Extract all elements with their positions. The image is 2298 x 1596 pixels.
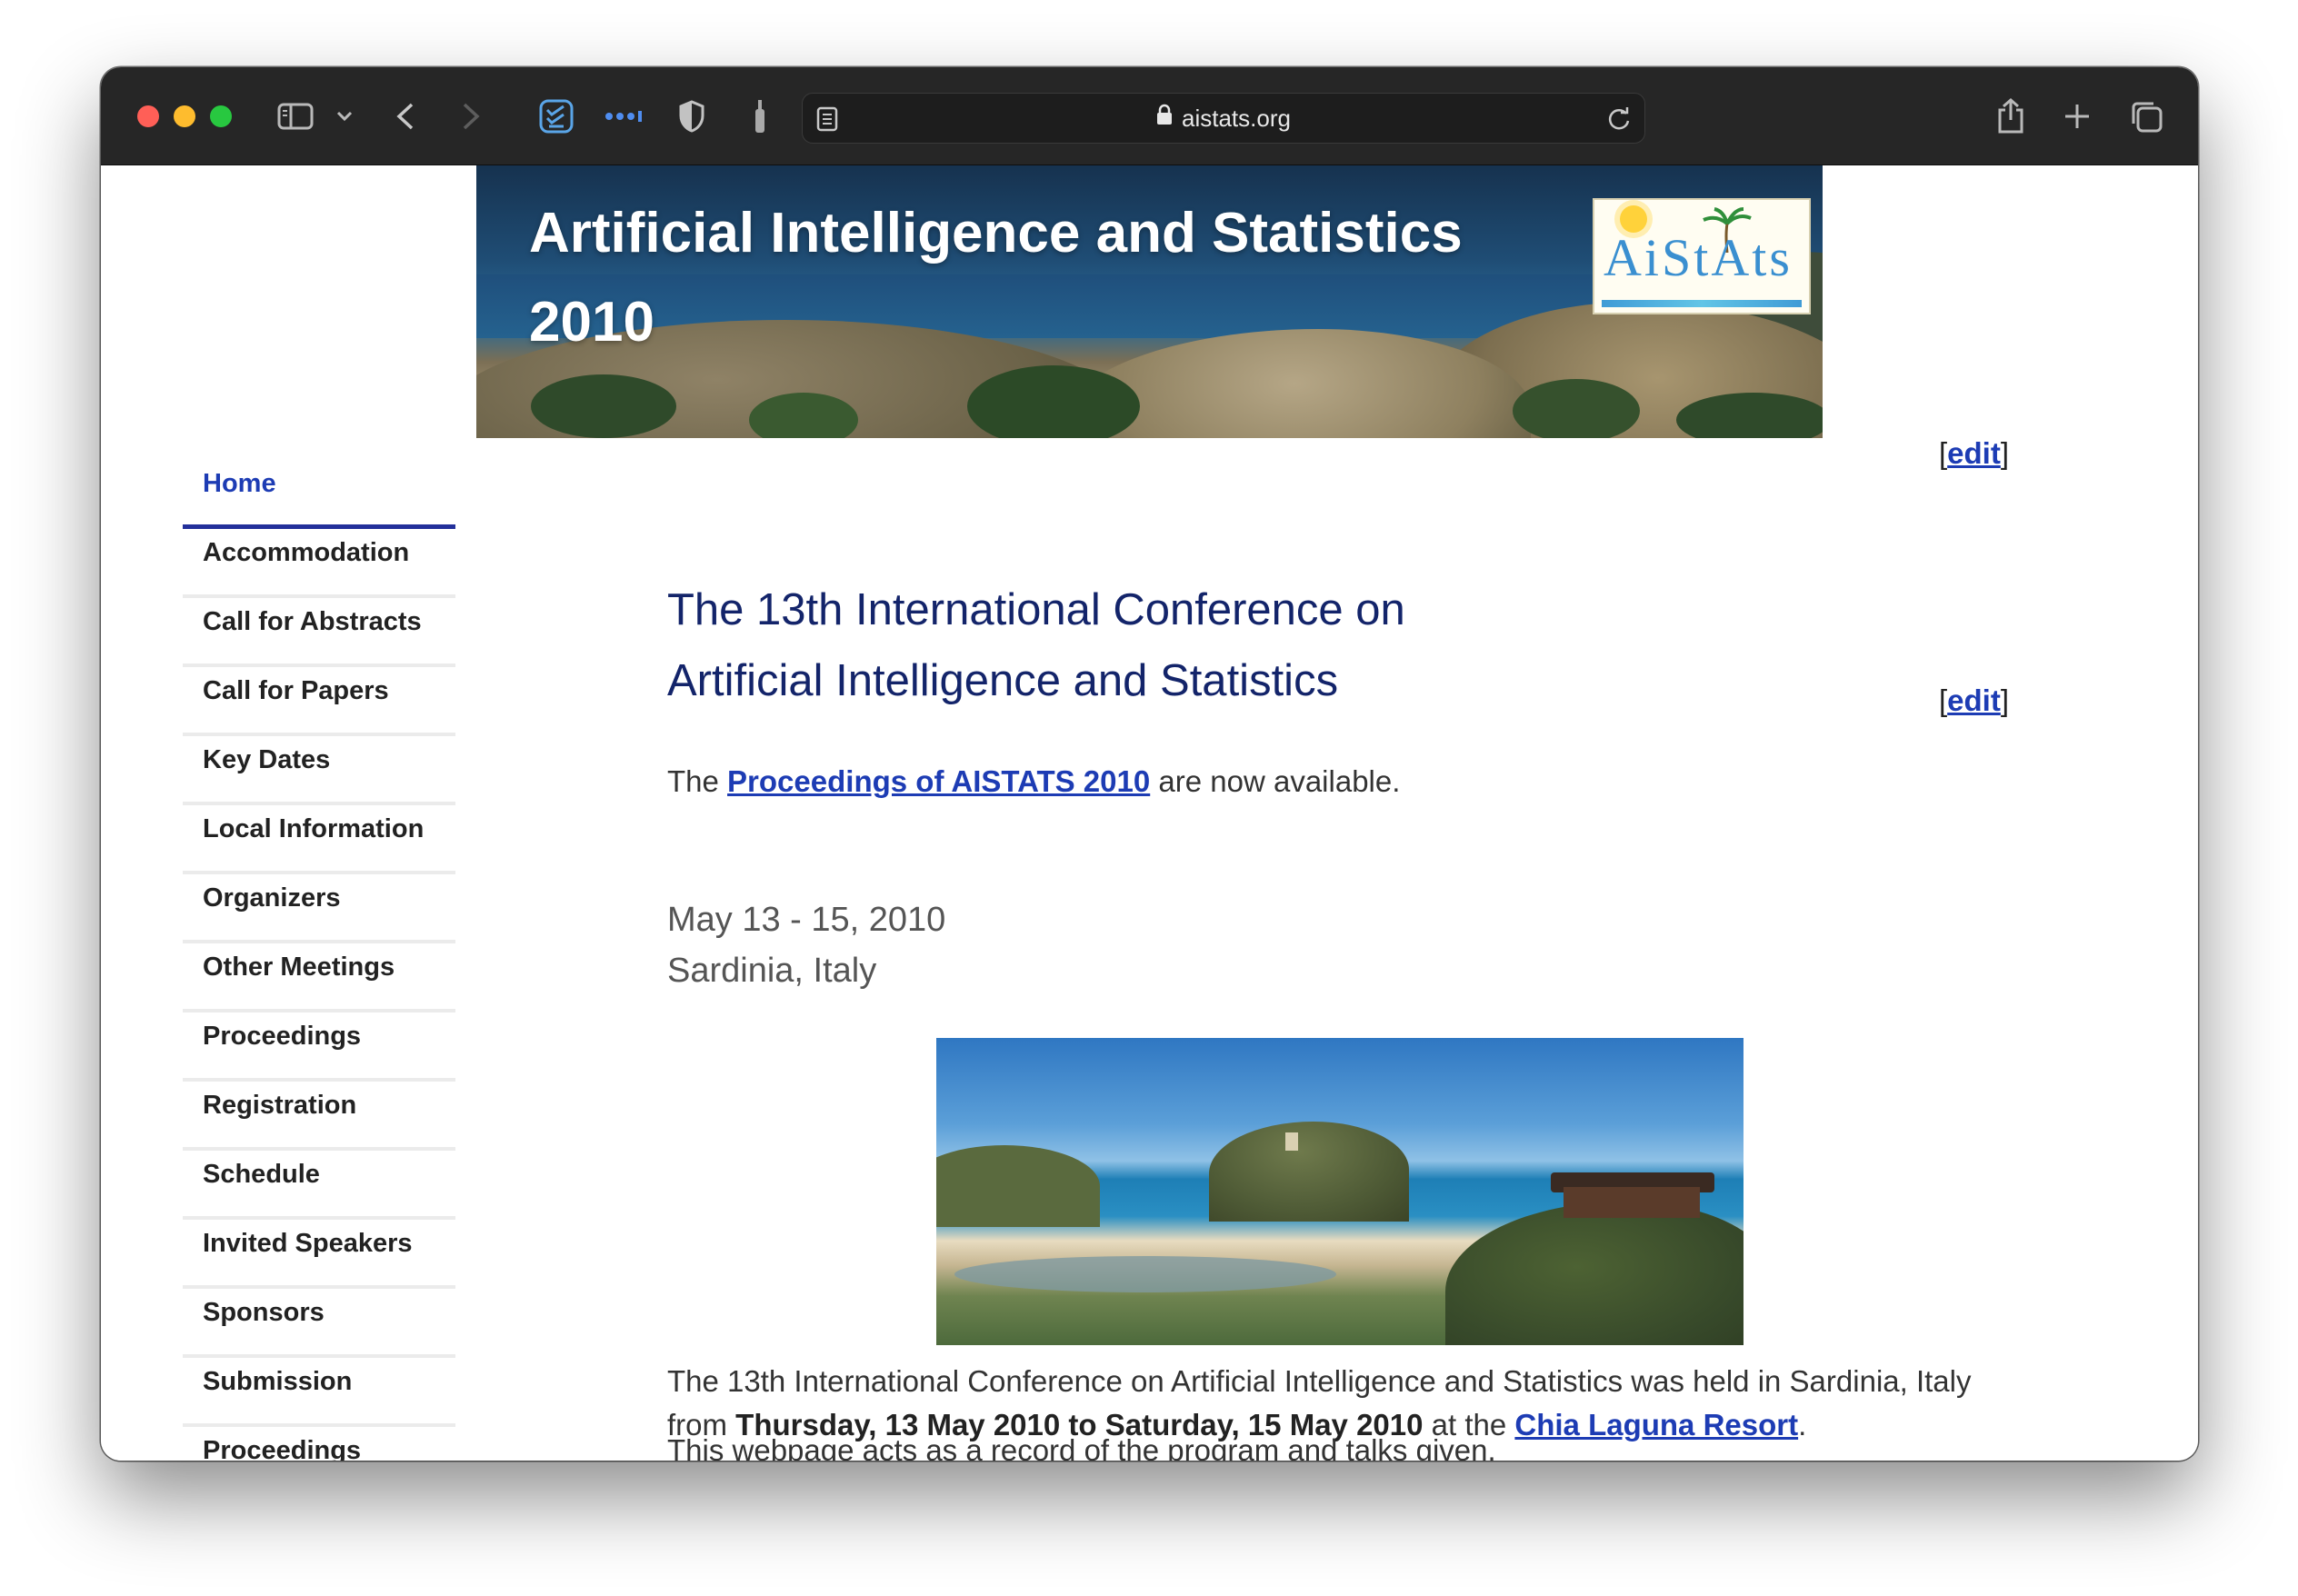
zoom-window-button[interactable] <box>210 105 232 127</box>
description-line-1: The 13th International Conference on Art… <box>667 1364 1972 1398</box>
record-note: This webpage acts as a record of the pro… <box>667 1433 1496 1461</box>
browser-toolbar: aistats.org <box>101 67 2198 165</box>
header-banner: Artificial Intelligence and Statistics 2… <box>476 165 1823 438</box>
sidebar-nav: Home Accommodation Call for Abstracts Ca… <box>183 460 455 1461</box>
event-dates: May 13 - 15, 2010 <box>667 901 946 939</box>
page-content: Artificial Intelligence and Statistics 2… <box>101 165 2198 1461</box>
event-date-location: May 13 - 15, 2010 Sardinia, Italy <box>667 894 945 996</box>
sidebar-item-invited-speakers[interactable]: Invited Speakers <box>183 1220 455 1289</box>
site-title: Artificial Intelligence and Statistics 2… <box>529 202 1463 354</box>
lock-icon <box>1156 93 1173 142</box>
proceedings-link[interactable]: Proceedings of AISTATS 2010 <box>727 764 1150 798</box>
new-tab-plus-icon[interactable] <box>2063 95 2092 138</box>
edit-link-top: [edit] <box>1939 436 2010 470</box>
sidebar-item-other-meetings[interactable]: Other Meetings <box>183 943 455 1012</box>
extension-dots-icon[interactable] <box>604 95 644 138</box>
extension-todo-icon[interactable] <box>538 95 574 138</box>
sidebar-item-schedule[interactable]: Schedule <box>183 1151 455 1220</box>
edit-link-2[interactable]: edit <box>1947 683 2001 717</box>
reload-icon[interactable] <box>1606 97 1632 141</box>
bottle-extension-icon[interactable] <box>753 95 767 138</box>
edit-link[interactable]: edit <box>1947 436 2001 470</box>
sidebar-item-call-for-abstracts[interactable]: Call for Abstracts <box>183 598 455 667</box>
address-bar[interactable]: aistats.org <box>802 93 1645 144</box>
logo-text: AiStAts <box>1604 228 1793 287</box>
close-window-button[interactable] <box>137 105 159 127</box>
chevron-down-icon[interactable] <box>335 95 354 138</box>
sidebar-item-home[interactable]: Home <box>183 460 455 529</box>
heading-line-1: The 13th International Conference on <box>667 585 1405 634</box>
browser-window: aistats.org Artificial Intelligence and … <box>101 67 2198 1461</box>
sidebar-item-proceedings-2[interactable]: Proceedings <box>183 1427 455 1461</box>
edit-link-section: [edit] <box>1939 683 2010 717</box>
sidebar-item-sponsors[interactable]: Sponsors <box>183 1289 455 1358</box>
heading-line-2: Artificial Intelligence and Statistics <box>667 656 1339 705</box>
sidebar-item-local-information[interactable]: Local Information <box>183 805 455 874</box>
minimize-window-button[interactable] <box>174 105 195 127</box>
privacy-shield-icon[interactable] <box>677 95 706 138</box>
share-icon[interactable] <box>1995 95 2026 138</box>
event-location: Sardinia, Italy <box>667 952 877 990</box>
url-text: aistats.org <box>1182 105 1291 132</box>
sidebar-item-registration[interactable]: Registration <box>183 1082 455 1151</box>
proceedings-notice: The Proceedings of AISTATS 2010 are now … <box>667 764 1401 798</box>
sidebar-item-proceedings[interactable]: Proceedings <box>183 1012 455 1082</box>
sidebar-item-organizers[interactable]: Organizers <box>183 874 455 943</box>
forward-arrow-icon[interactable] <box>459 95 483 138</box>
sidebar-item-accommodation[interactable]: Accommodation <box>183 529 455 598</box>
tab-overview-icon[interactable] <box>2128 95 2164 138</box>
aistats-logo[interactable]: AiStAts <box>1593 198 1811 314</box>
conference-heading: The 13th International Conference on Art… <box>667 574 1576 716</box>
back-arrow-icon[interactable] <box>394 95 417 138</box>
sidebar-item-key-dates[interactable]: Key Dates <box>183 736 455 805</box>
sidebar-item-call-for-papers[interactable]: Call for Papers <box>183 667 455 736</box>
sidebar-toggle-icon[interactable] <box>277 95 315 138</box>
sidebar-item-submission[interactable]: Submission <box>183 1358 455 1427</box>
resort-photo <box>936 1038 1743 1345</box>
